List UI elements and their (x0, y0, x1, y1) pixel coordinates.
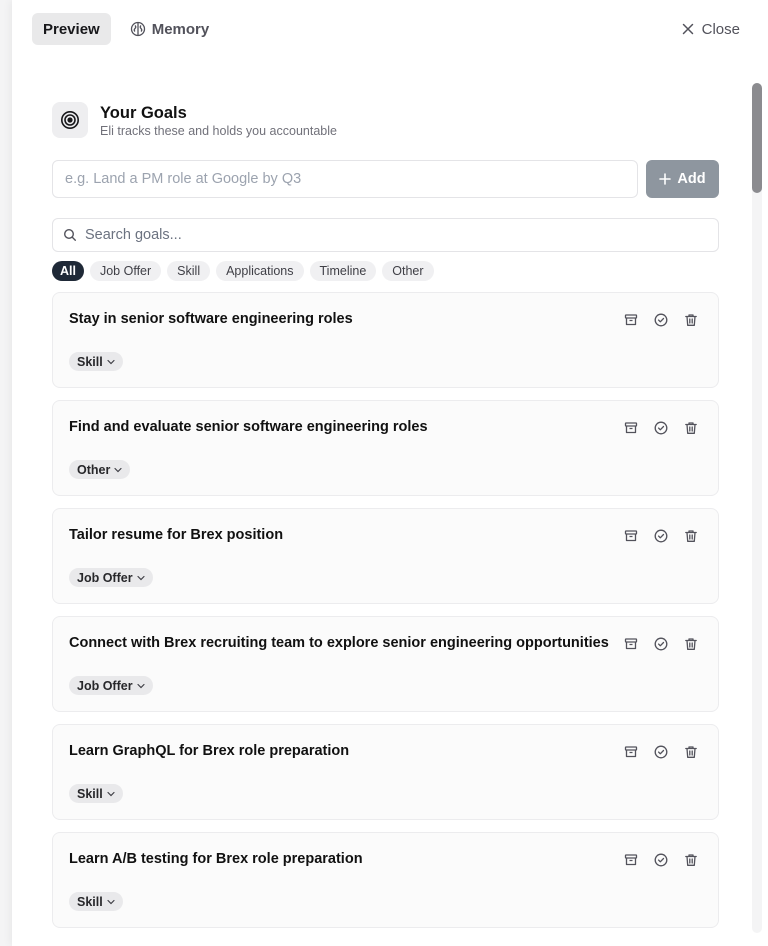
check-circle-icon[interactable] (654, 637, 668, 651)
tab-memory-label: Memory (151, 20, 210, 38)
goal-card[interactable]: Connect with Brex recruiting team to exp… (52, 616, 719, 712)
goal-input[interactable] (52, 160, 638, 198)
close-icon (682, 23, 694, 35)
check-circle-icon[interactable] (654, 745, 668, 759)
archive-icon[interactable] (624, 637, 638, 651)
check-circle-icon[interactable] (654, 529, 668, 543)
filter-chip-all[interactable]: All (52, 261, 84, 281)
goal-card[interactable]: Learn GraphQL for Brex role preparation S… (52, 724, 719, 820)
goal-card[interactable]: Find and evaluate senior software engine… (52, 400, 719, 496)
category-tag[interactable]: Other (69, 460, 131, 479)
goal-title: Stay in senior software engineering role… (69, 311, 353, 327)
goal-actions (624, 313, 698, 327)
add-button[interactable]: Add (646, 160, 719, 198)
goal-title: Learn GraphQL for Brex role preparation (69, 743, 350, 759)
close-button[interactable]: Close (682, 21, 740, 38)
category-tag[interactable]: Job Offer (69, 676, 153, 695)
goal-title: Tailor resume for Brex position (69, 527, 284, 543)
category-label: Skill (77, 786, 103, 801)
target-icon (52, 102, 88, 138)
trash-icon[interactable] (684, 853, 698, 867)
goal-title: Learn A/B testing for Brex role preparat… (69, 851, 363, 867)
goal-card[interactable]: Stay in senior software engineering role… (52, 292, 719, 388)
check-circle-icon[interactable] (654, 313, 668, 327)
plus-icon (659, 173, 672, 185)
search-input[interactable] (85, 227, 718, 243)
trash-icon[interactable] (684, 529, 698, 543)
tab-preview[interactable]: Preview (32, 13, 111, 45)
category-label: Job Offer (77, 678, 133, 693)
trash-icon[interactable] (684, 745, 698, 759)
filter-chip-other[interactable]: Other (382, 261, 434, 281)
goal-card[interactable]: Learn A/B testing for Brex role preparat… (52, 832, 719, 928)
add-goal-row: Add (52, 160, 719, 198)
category-label: Job Offer (77, 570, 133, 585)
archive-icon[interactable] (624, 745, 638, 759)
trash-icon[interactable] (684, 421, 698, 435)
category-tag[interactable]: Skill (69, 784, 123, 803)
goals-header: Your Goals Eli tracks these and holds yo… (52, 82, 719, 138)
brain-icon (130, 21, 146, 37)
trash-icon[interactable] (684, 637, 698, 651)
category-label: Other (77, 462, 111, 477)
check-circle-icon[interactable] (654, 421, 668, 435)
filter-chip-applications[interactable]: Applications (216, 261, 304, 281)
chevron-down-icon (107, 359, 115, 365)
scrollbar[interactable] (752, 83, 762, 933)
page-title: Your Goals (100, 104, 187, 122)
trash-icon[interactable] (684, 313, 698, 327)
goals-panel: Preview Memory Close Your Goals Eli trac… (12, 0, 768, 946)
chevron-down-icon (107, 899, 115, 905)
chevron-down-icon (107, 791, 115, 797)
archive-icon[interactable] (624, 853, 638, 867)
close-label: Close (701, 20, 740, 38)
chevron-down-icon (136, 683, 145, 689)
tab-preview-label: Preview (43, 20, 100, 38)
goal-title: Connect with Brex recruiting team to exp… (69, 635, 609, 651)
filter-chip-timeline[interactable]: Timeline (309, 261, 377, 281)
tab-memory[interactable]: Memory (119, 13, 221, 45)
category-tag[interactable]: Skill (69, 892, 123, 911)
filter-chip-job-offer[interactable]: Job Offer (89, 261, 162, 281)
goal-actions (624, 529, 698, 543)
add-button-label: Add (677, 171, 706, 187)
goal-list: Stay in senior software engineering role… (52, 292, 719, 928)
category-tag[interactable]: Job Offer (69, 568, 153, 587)
search-box (52, 218, 719, 252)
page-subtitle: Eli tracks these and holds you accountab… (100, 124, 337, 138)
filter-chips: All Job Offer Skill Applications Timeline Oth… (52, 261, 719, 281)
search-icon (63, 228, 77, 242)
category-tag[interactable]: Skill (69, 352, 123, 371)
archive-icon[interactable] (624, 421, 638, 435)
filter-chip-skill[interactable]: Skill (167, 261, 211, 281)
goal-actions (624, 853, 698, 867)
goal-actions (624, 637, 698, 651)
goal-actions (624, 745, 698, 759)
check-circle-icon[interactable] (654, 853, 668, 867)
category-label: Skill (77, 894, 103, 909)
category-label: Skill (77, 354, 103, 369)
goals-content: Your Goals Eli tracks these and holds yo… (52, 82, 719, 940)
chevron-down-icon (136, 575, 145, 581)
scrollbar-thumb[interactable] (752, 83, 762, 193)
goal-title: Find and evaluate senior software engine… (69, 419, 428, 435)
top-bar: Preview Memory Close (32, 13, 740, 45)
archive-icon[interactable] (624, 313, 638, 327)
goal-actions (624, 421, 698, 435)
archive-icon[interactable] (624, 529, 638, 543)
chevron-down-icon (114, 467, 122, 473)
goal-card[interactable]: Tailor resume for Brex position Job Offer (52, 508, 719, 604)
